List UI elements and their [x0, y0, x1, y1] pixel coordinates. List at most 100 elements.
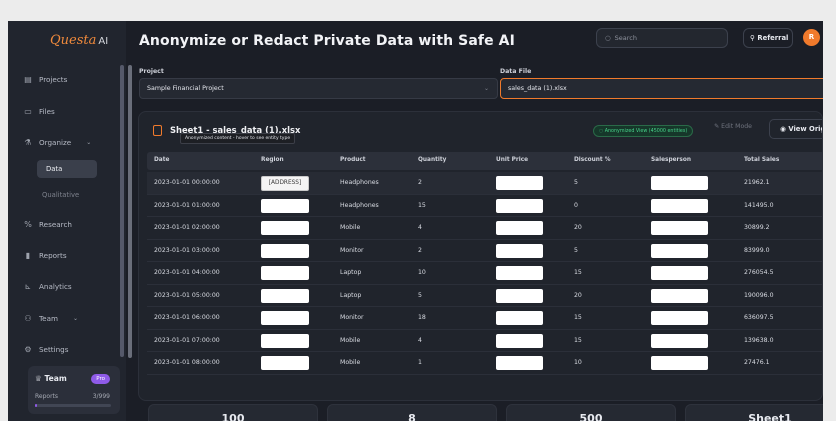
cell-unit-price-redacted[interactable] — [496, 221, 543, 235]
cell-region-redacted[interactable] — [261, 266, 309, 280]
cell-discount: 10 — [574, 359, 582, 366]
data-file-select[interactable]: sales_data (1).xlsx — [500, 78, 823, 99]
column-header-quantity[interactable]: Quantity — [418, 157, 446, 163]
cell-unit-price-redacted[interactable] — [496, 176, 543, 190]
reports-usage-fill — [35, 404, 37, 407]
cell-product: Laptop — [340, 269, 362, 276]
sidebar-item-reports[interactable]: ▮ Reports — [24, 251, 114, 260]
cell-unit-price-redacted[interactable] — [496, 266, 543, 280]
cell-product: Headphones — [340, 201, 379, 209]
anonymized-tooltip: Anonymized content - hover to see entity… — [180, 133, 296, 144]
cell-unit-price-redacted[interactable] — [496, 356, 543, 370]
team-plan-card[interactable]: ♕ Team Pro Reports 3/999 — [28, 366, 120, 414]
cell-salesperson-redacted[interactable] — [651, 266, 708, 280]
cell-discount: 20 — [574, 224, 582, 231]
cell-total-sales: 139638.0 — [744, 336, 774, 344]
sheet-panel: Sheet1 - sales_data (1).xlsx ◌ Anonymize… — [138, 111, 823, 401]
table-row[interactable]: 2023-01-01 04:00:00 Laptop 10 15 276054.5 — [147, 262, 822, 285]
sidebar-item-team[interactable]: ⚇ Team ⌄ — [24, 314, 114, 323]
cell-total-sales: 276054.5 — [744, 269, 774, 276]
spreadsheet-icon — [153, 125, 162, 136]
reports-usage-bar — [35, 404, 111, 407]
cell-region-redacted[interactable] — [261, 243, 309, 258]
cell-quantity: 5 — [418, 291, 422, 299]
cell-region-redacted[interactable] — [261, 221, 309, 235]
table-row[interactable]: 2023-01-01 07:00:00 Mobile 4 15 139638.0 — [147, 330, 822, 352]
table-header: Date Region Product Quantity Unit Price … — [147, 152, 822, 170]
cell-unit-price-redacted[interactable] — [496, 288, 543, 303]
sidebar-scrollbar[interactable] — [120, 65, 124, 357]
report-icon: ▮ — [25, 250, 31, 260]
table-row[interactable]: 2023-01-01 03:00:00 Monitor 2 5 83999.0 — [147, 240, 822, 262]
column-header-discount[interactable]: Discount % — [574, 157, 611, 163]
table-row[interactable]: 2023-01-01 01:00:00 Headphones 15 0 141495.0 — [147, 195, 822, 217]
cell-date: 2023-01-01 01:00:00 — [154, 201, 220, 209]
cell-quantity: 1 — [418, 359, 422, 366]
cell-salesperson-redacted[interactable] — [651, 243, 708, 258]
sidebar-subitem-data[interactable]: Data — [37, 160, 97, 178]
cell-region-redacted[interactable] — [261, 333, 309, 348]
cell-region-redacted[interactable] — [261, 356, 309, 370]
column-header-region[interactable]: Region — [261, 157, 284, 163]
table-row[interactable]: 2023-01-01 08:00:00 Mobile 1 10 27476.1 — [147, 352, 822, 375]
cell-product: Monitor — [340, 314, 364, 321]
app-window: Questa AI ▤ Projects ▭ Files ⚗ Organize ⌄ Dat… — [8, 21, 823, 421]
cell-unit-price-redacted[interactable] — [496, 243, 543, 258]
sidebar-item-projects[interactable]: ▤ Projects — [24, 75, 114, 84]
cell-quantity: 4 — [418, 336, 422, 344]
main-scrollbar[interactable] — [128, 65, 132, 358]
cell-region-entity-tag[interactable]: [ADDRESS] — [261, 175, 309, 191]
sidebar-item-research[interactable]: % Research — [24, 220, 114, 229]
folder-icon: ▤ — [24, 74, 32, 84]
sidebar-item-files[interactable]: ▭ Files — [24, 107, 114, 116]
cell-date: 2023-01-01 02:00:00 — [154, 224, 220, 231]
cell-total-sales: 636097.5 — [744, 314, 774, 321]
cell-region-redacted[interactable] — [261, 198, 309, 213]
sidebar: Questa AI ▤ Projects ▭ Files ⚗ Organize ⌄ Dat… — [8, 21, 126, 421]
cell-product: Laptop — [340, 291, 362, 299]
organize-icon: ⚗ — [24, 137, 32, 147]
referral-button[interactable]: ⚲ Referral — [743, 28, 793, 48]
cell-salesperson-redacted[interactable] — [651, 356, 708, 370]
cell-unit-price-redacted[interactable] — [496, 311, 543, 325]
column-header-date[interactable]: Date — [154, 157, 169, 163]
project-select[interactable]: Sample Financial Project ⌄ — [139, 78, 498, 99]
sidebar-item-organize[interactable]: ⚗ Organize ⌄ — [24, 138, 114, 147]
cell-discount: 15 — [574, 269, 582, 276]
cell-date: 2023-01-01 04:00:00 — [154, 269, 220, 276]
sidebar-item-analytics[interactable]: ⊾ Analytics — [24, 282, 114, 291]
cell-salesperson-redacted[interactable] — [651, 221, 708, 235]
cell-salesperson-redacted[interactable] — [651, 198, 708, 213]
data-file-label: Data File — [500, 68, 532, 75]
table-row[interactable]: 2023-01-01 06:00:00 Monitor 18 15 636097.5 — [147, 307, 822, 330]
cell-region-redacted[interactable] — [261, 288, 309, 303]
cell-product: Mobile — [340, 336, 361, 344]
cell-total-sales: 30899.2 — [744, 224, 770, 231]
cell-unit-price-redacted[interactable] — [496, 198, 543, 213]
cell-salesperson-redacted[interactable] — [651, 176, 708, 190]
cell-salesperson-redacted[interactable] — [651, 288, 708, 303]
sidebar-subitem-qualitative[interactable]: Qualitative — [42, 191, 79, 199]
cell-salesperson-redacted[interactable] — [651, 311, 708, 325]
column-header-unit-price[interactable]: Unit Price — [496, 157, 528, 163]
table-row[interactable]: 2023-01-01 02:00:00 Mobile 4 20 30899.2 — [147, 217, 822, 240]
logo[interactable]: Questa AI — [50, 33, 108, 48]
pro-badge: Pro — [91, 374, 110, 384]
cell-salesperson-redacted[interactable] — [651, 333, 708, 348]
column-header-product[interactable]: Product — [340, 157, 366, 163]
column-header-total-sales[interactable]: Total Sales — [744, 157, 779, 163]
search-input[interactable]: ○ Search — [596, 28, 728, 48]
chart-icon: ⊾ — [24, 281, 32, 291]
column-header-salesperson[interactable]: Salesperson — [651, 157, 691, 163]
table-row[interactable]: 2023-01-01 05:00:00 Laptop 5 20 190096.0 — [147, 285, 822, 307]
cell-region-redacted[interactable] — [261, 311, 309, 325]
chevron-down-icon: ⌄ — [73, 315, 79, 322]
cell-unit-price-redacted[interactable] — [496, 333, 543, 348]
edit-mode-button[interactable]: ✎ Edit Mode — [714, 123, 752, 130]
avatar[interactable]: R — [803, 29, 820, 46]
cell-date: 2023-01-01 06:00:00 — [154, 314, 220, 321]
cell-quantity: 2 — [418, 246, 422, 254]
table-row[interactable]: 2023-01-01 00:00:00 [ADDRESS] Headphones 2 5… — [147, 172, 822, 195]
sidebar-item-settings[interactable]: ⚙ Settings — [24, 345, 114, 354]
view-original-button[interactable]: ◉ View Orig — [769, 119, 822, 139]
